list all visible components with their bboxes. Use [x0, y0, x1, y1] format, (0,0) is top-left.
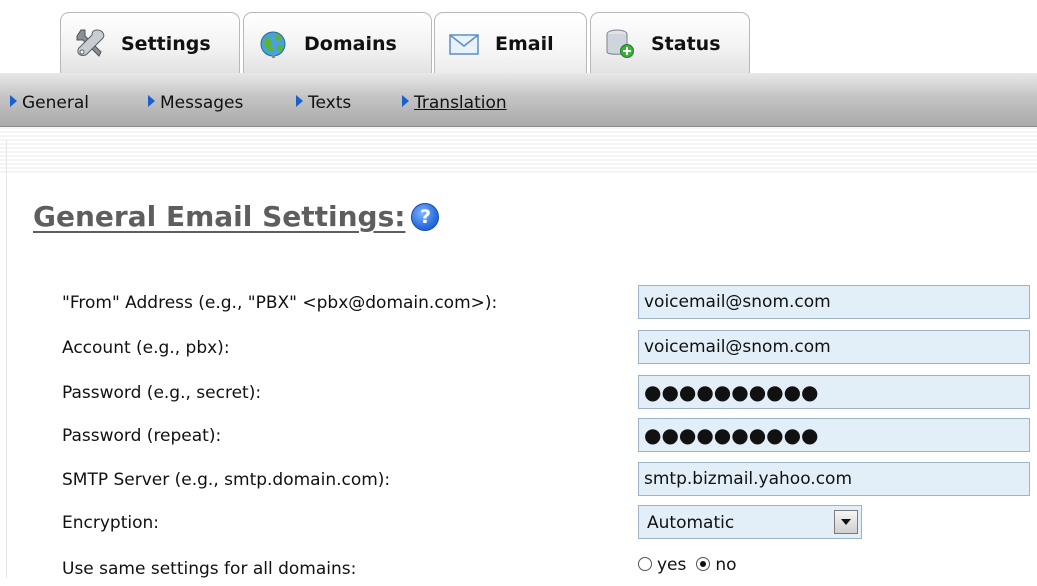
envelope-icon	[447, 26, 481, 60]
subnav-label: General	[22, 93, 89, 113]
sub-navigation: General Messages Texts Translation	[0, 73, 1037, 127]
subnav-messages[interactable]: Messages	[148, 93, 243, 113]
nav-arrow-icon	[148, 95, 155, 107]
same-settings-label: Use same settings for all domains:	[62, 559, 357, 579]
subnav-label: Translation	[414, 93, 507, 113]
subnav-general[interactable]: General	[10, 93, 89, 113]
tab-domains[interactable]: Domains	[243, 12, 432, 73]
tab-label: Settings	[121, 33, 211, 55]
encryption-label: Encryption:	[62, 513, 159, 533]
top-tab-bar: Settings Domains Email Status	[0, 0, 1037, 73]
radio-no[interactable]	[696, 557, 711, 571]
tab-label: Status	[651, 33, 721, 55]
nav-arrow-icon	[402, 95, 409, 107]
page-title: General Email Settings:?	[33, 200, 440, 233]
help-icon[interactable]: ?	[411, 203, 440, 231]
radio-yes-label: yes	[657, 555, 687, 575]
password-repeat-label: Password (repeat):	[62, 426, 222, 446]
nav-arrow-icon	[296, 95, 303, 107]
radio-no-label: no	[715, 555, 737, 575]
smtp-server-label: SMTP Server (e.g., smtp.domain.com):	[62, 470, 391, 490]
form-row-encryption: Encryption: Automatic	[0, 505, 1037, 541]
tab-label: Email	[495, 33, 554, 55]
same-settings-radio-group: yes no	[638, 555, 747, 575]
tab-label: Domains	[304, 33, 397, 55]
from-address-label: "From" Address (e.g., "PBX" <pbx@domain.…	[62, 293, 498, 313]
form-row-password: Password (e.g., secret):	[0, 375, 1037, 411]
account-label: Account (e.g., pbx):	[62, 338, 230, 358]
subnav-texts[interactable]: Texts	[296, 93, 351, 113]
form-row-account: Account (e.g., pbx):	[0, 330, 1037, 366]
from-address-input[interactable]	[638, 285, 1030, 319]
form-row-same-settings: Use same settings for all domains: yes no	[0, 550, 1037, 586]
subnav-translation[interactable]: Translation	[402, 93, 507, 113]
encryption-select[interactable]: Automatic	[638, 505, 862, 539]
form-row-password-repeat: Password (repeat):	[0, 418, 1037, 454]
globe-icon	[256, 26, 290, 60]
smtp-server-input[interactable]	[638, 462, 1030, 496]
form-row-from: "From" Address (e.g., "PBX" <pbx@domain.…	[0, 285, 1037, 321]
subnav-label: Messages	[160, 93, 244, 113]
nav-arrow-icon	[10, 95, 17, 107]
password-repeat-input[interactable]	[638, 418, 1030, 452]
database-status-icon	[603, 26, 637, 60]
account-input[interactable]	[638, 330, 1030, 364]
form-row-smtp: SMTP Server (e.g., smtp.domain.com):	[0, 462, 1037, 498]
subnav-label: Texts	[308, 93, 352, 113]
tab-settings[interactable]: Settings	[60, 12, 240, 73]
tab-status[interactable]: Status	[590, 12, 750, 73]
tab-email[interactable]: Email	[434, 12, 587, 73]
tools-icon	[73, 26, 107, 60]
radio-yes[interactable]	[638, 557, 652, 571]
encryption-value: Automatic	[647, 513, 735, 533]
password-input[interactable]	[638, 375, 1030, 409]
chevron-down-icon[interactable]	[834, 510, 858, 534]
page-title-text: General Email Settings:	[33, 200, 406, 233]
password-label: Password (e.g., secret):	[62, 383, 262, 403]
